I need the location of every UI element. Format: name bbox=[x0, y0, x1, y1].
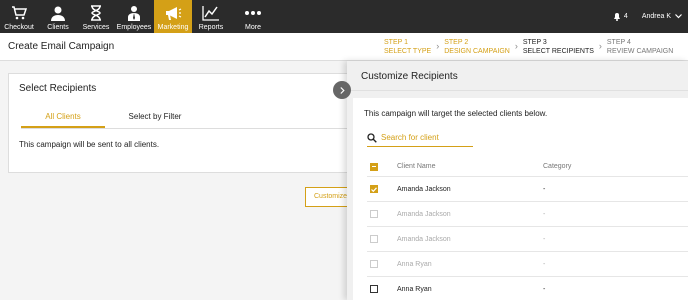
customize-recipients-drawer: Customize Recipients This campaign will … bbox=[347, 61, 688, 300]
client-name: Amanda Jackson bbox=[397, 185, 451, 193]
nav-label: Clients bbox=[47, 24, 69, 31]
drawer-header: Customize Recipients bbox=[347, 61, 688, 91]
row-checkbox bbox=[370, 210, 378, 218]
step-number: STEP 3 bbox=[522, 39, 547, 46]
employees-icon bbox=[124, 4, 144, 22]
chevron-right-icon: › bbox=[598, 41, 602, 51]
clients-icon bbox=[48, 4, 68, 22]
card-title: Select Recipients bbox=[19, 83, 97, 94]
drawer-title: Customize Recipients bbox=[361, 71, 458, 82]
nav-label: Checkout bbox=[4, 24, 34, 31]
nav-services[interactable]: Services bbox=[78, 0, 114, 33]
recipient-tabs: All Clients Select by Filter bbox=[21, 110, 349, 129]
table-row[interactable]: Amanda Jackson - bbox=[367, 177, 688, 202]
page-header: Create Email Campaign STEP 1 SELECT TYPE… bbox=[0, 33, 688, 61]
nav-employees[interactable]: Employees bbox=[114, 0, 154, 33]
step-label: SELECT TYPE bbox=[384, 48, 432, 55]
row-checkbox bbox=[370, 235, 378, 243]
step-label: DESIGN CAMPAIGN bbox=[444, 48, 510, 55]
select-recipients-card: Select Recipients All Clients Select by … bbox=[8, 73, 349, 173]
collapse-drawer-button[interactable] bbox=[333, 81, 351, 99]
client-name: Anna Ryan bbox=[397, 285, 432, 293]
step-number: STEP 4 bbox=[606, 39, 631, 46]
notifications-button[interactable]: 4 bbox=[613, 12, 628, 21]
table-row: Amanda Jackson - bbox=[367, 202, 688, 227]
table-row: Anna Ryan - bbox=[367, 252, 688, 277]
row-checkbox[interactable] bbox=[370, 185, 378, 193]
table-row[interactable]: Anna Ryan - bbox=[367, 277, 688, 300]
step-4[interactable]: STEP 4 REVIEW CAMPAIGN bbox=[607, 38, 673, 56]
chevron-right-icon: › bbox=[514, 41, 518, 51]
megaphone-icon bbox=[163, 4, 183, 22]
chart-icon bbox=[201, 4, 221, 22]
checkmark-icon bbox=[371, 186, 377, 192]
step-number: STEP 1 bbox=[384, 39, 408, 46]
cart-icon bbox=[9, 4, 29, 22]
chevron-right-icon: › bbox=[436, 41, 440, 51]
nav-right: 4 Andrea K bbox=[613, 0, 688, 33]
nav-reports[interactable]: Reports bbox=[192, 0, 230, 33]
nav-checkout[interactable]: Checkout bbox=[0, 0, 38, 33]
client-name: Anna Ryan bbox=[397, 260, 432, 268]
top-nav: Checkout Clients Services Employees Mark… bbox=[0, 0, 688, 33]
column-header-client-name: Client Name bbox=[397, 163, 436, 170]
step-1[interactable]: STEP 1 SELECT TYPE bbox=[384, 38, 431, 56]
nav-marketing[interactable]: Marketing bbox=[154, 0, 192, 33]
drawer-body: This campaign will target the selected c… bbox=[353, 98, 688, 300]
client-name: Amanda Jackson bbox=[397, 235, 451, 243]
search-icon bbox=[367, 132, 377, 143]
table-header-row: Client Name Category bbox=[367, 157, 688, 177]
dots-icon bbox=[243, 4, 263, 22]
client-category: - bbox=[543, 260, 546, 268]
search-box bbox=[367, 129, 473, 147]
client-category: - bbox=[543, 235, 546, 243]
nav-label: Services bbox=[82, 24, 110, 31]
column-header-category: Category bbox=[543, 163, 572, 170]
step-label: SELECT RECIPIENTS bbox=[522, 48, 594, 55]
chevron-right-icon bbox=[339, 86, 345, 94]
customize-button[interactable]: Customize bbox=[305, 187, 350, 207]
client-name: Amanda Jackson bbox=[397, 210, 451, 218]
nav-more[interactable]: More bbox=[230, 0, 276, 33]
table-row: Amanda Jackson - bbox=[367, 227, 688, 252]
clients-table: Client Name Category Amanda Jackson - Am… bbox=[367, 157, 688, 300]
nav-clients[interactable]: Clients bbox=[38, 0, 78, 33]
nav-label: More bbox=[245, 24, 261, 31]
select-all-checkbox[interactable] bbox=[370, 162, 378, 171]
nav-label: Employees bbox=[116, 24, 152, 31]
client-category: - bbox=[543, 210, 546, 218]
step-label: REVIEW CAMPAIGN bbox=[606, 48, 674, 55]
step-2[interactable]: STEP 2 DESIGN CAMPAIGN bbox=[444, 38, 510, 56]
hourglass-icon bbox=[86, 4, 106, 22]
step-3[interactable]: STEP 3 SELECT RECIPIENTS bbox=[523, 38, 594, 56]
nav-label: Marketing bbox=[157, 24, 189, 31]
client-category: - bbox=[543, 285, 546, 293]
row-checkbox bbox=[370, 260, 378, 268]
client-category: - bbox=[543, 185, 546, 193]
nav-label: Reports bbox=[198, 24, 224, 31]
chevron-down-icon bbox=[675, 14, 682, 19]
step-number: STEP 2 bbox=[444, 39, 469, 46]
recipients-message: This campaign will be sent to all client… bbox=[19, 140, 160, 149]
notification-count: 4 bbox=[623, 13, 628, 20]
tab-all-clients[interactable]: All Clients bbox=[21, 110, 105, 128]
user-menu[interactable]: Andrea K bbox=[642, 13, 682, 20]
user-name: Andrea K bbox=[641, 13, 671, 20]
row-checkbox[interactable] bbox=[370, 285, 378, 293]
tab-select-by-filter[interactable]: Select by Filter bbox=[105, 110, 205, 128]
search-input[interactable] bbox=[381, 133, 471, 142]
bell-icon bbox=[613, 13, 620, 21]
wizard-steps: STEP 1 SELECT TYPE › STEP 2 DESIGN CAMPA… bbox=[384, 38, 673, 56]
page-title: Create Email Campaign bbox=[8, 41, 115, 52]
drawer-message: This campaign will target the selected c… bbox=[364, 109, 548, 118]
